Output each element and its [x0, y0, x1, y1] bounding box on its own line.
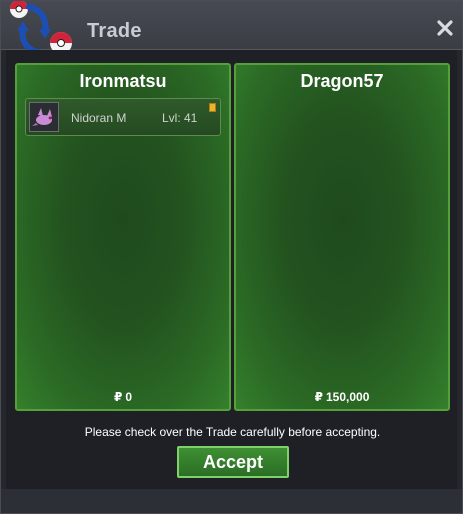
window-title: Trade	[87, 20, 142, 42]
item-tag-icon	[209, 103, 216, 112]
trade-panel-left: Ironmatsu Nidoran M Lvl: 41 ₽0	[15, 63, 231, 411]
trade-window: Trade Ironmatsu Nidoran M Lvl: 41 ₽ 0 Dr…	[0, 0, 463, 514]
currency-icon: ₽	[113, 390, 123, 404]
bottom-bar	[1, 489, 462, 513]
close-icon[interactable]	[436, 19, 454, 37]
currency-icon: ₽	[314, 390, 323, 404]
left-money: ₽0	[17, 390, 229, 404]
right-money: ₽150,000	[236, 390, 448, 404]
item-level: Lvl: 41	[162, 111, 198, 125]
nidoran-icon	[29, 102, 59, 132]
left-money-value: 0	[125, 390, 133, 404]
right-money-value: 150,000	[325, 390, 370, 404]
trade-item-row[interactable]: Nidoran M Lvl: 41	[25, 98, 221, 136]
item-name: Nidoran M	[71, 111, 127, 125]
left-trader-name: Ironmatsu	[79, 71, 167, 91]
accept-button[interactable]: Accept	[177, 446, 289, 478]
trade-panel-right: Dragon57 ₽150,000	[234, 63, 450, 411]
trade-notice: Please check over the Trade carefully be…	[84, 425, 381, 439]
right-trader-name: Dragon57	[300, 71, 384, 91]
